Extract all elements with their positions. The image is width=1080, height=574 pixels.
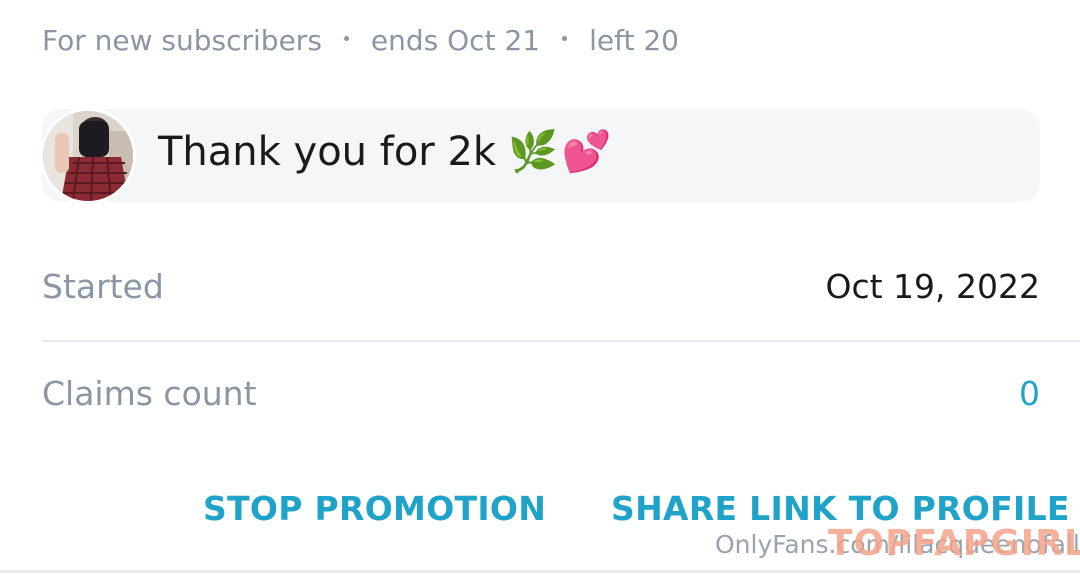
stop-promotion-button[interactable]: STOP PROMOTION	[203, 489, 546, 528]
separator-dot	[343, 36, 349, 41]
bottom-divider	[0, 570, 1080, 573]
leaf-icon: 🌿	[508, 129, 558, 175]
started-label: Started	[42, 267, 164, 306]
claims-count-value[interactable]: 0	[1019, 374, 1040, 413]
avatar[interactable]	[40, 108, 136, 204]
promotion-meta: For new subscribers ends Oct 21 left 20	[42, 24, 679, 57]
remaining-text: left 20	[589, 24, 679, 57]
promo-message-text: Thank you for 2k	[158, 128, 497, 175]
claims-count-label: Claims count	[42, 374, 257, 413]
divider	[42, 340, 1080, 342]
offer-title-cutoff	[42, 0, 53, 13]
separator-dot	[562, 36, 568, 41]
ends-text: ends Oct 21	[370, 24, 541, 57]
hearts-icon: 💕	[561, 129, 612, 175]
promotion-detail-screen: For new subscribers ends Oct 21 left 20 …	[0, 0, 1080, 574]
started-value: Oct 19, 2022	[825, 267, 1041, 306]
promo-message: Thank you for 2k 🌿 💕	[158, 128, 612, 176]
audience-text: For new subscribers	[42, 24, 322, 57]
watermark-logo: TOPFAPGIRLS	[828, 523, 1080, 564]
